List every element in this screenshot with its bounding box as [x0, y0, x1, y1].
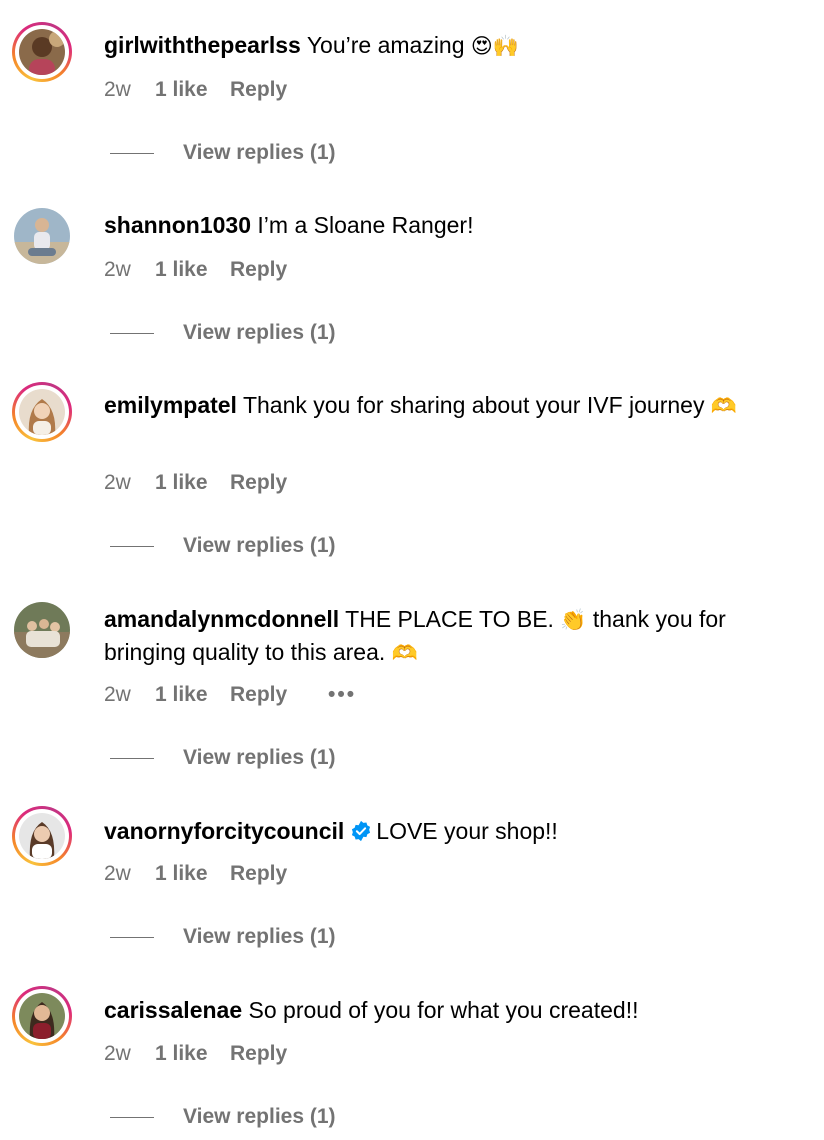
verified-badge-icon: [352, 820, 371, 842]
comment-body: vanornyforcitycouncil LOVE your shop!!: [104, 815, 794, 847]
comment-body: shannon1030 I’m a Sloane Ranger!: [104, 209, 794, 241]
comment-username[interactable]: vanornyforcitycouncil: [104, 818, 344, 844]
avatar: [19, 813, 65, 859]
view-replies-label: View replies (1): [183, 925, 336, 948]
view-replies-label: View replies (1): [183, 534, 336, 557]
reply-button[interactable]: Reply: [230, 680, 287, 710]
reply-button[interactable]: Reply: [230, 255, 287, 285]
comment-username[interactable]: emilympatel: [104, 392, 237, 418]
view-replies-label: View replies (1): [183, 1105, 336, 1128]
view-replies-label: View replies (1): [183, 321, 336, 344]
comment-text: LOVE your shop!!: [376, 818, 558, 844]
comment-likes[interactable]: 1 like: [155, 75, 208, 105]
comment-time: 2w: [104, 258, 131, 281]
comment-username[interactable]: carissalenae: [104, 997, 242, 1023]
comment-item: emilympatel Thank you for sharing about …: [0, 360, 824, 572]
avatar[interactable]: [14, 602, 70, 658]
comment-likes[interactable]: 1 like: [155, 680, 208, 710]
avatar-story-ring[interactable]: [12, 382, 72, 442]
view-replies-label: View replies (1): [183, 746, 336, 769]
view-replies-label: View replies (1): [183, 141, 336, 164]
replies-divider-line: [110, 546, 154, 547]
comment-time: 2w: [104, 862, 131, 885]
comment-time: 2w: [104, 683, 131, 706]
comment-item: carissalenae So proud of you for what yo…: [0, 964, 824, 1140]
comment-text: THE PLACE TO BE.: [345, 606, 554, 632]
comment-time: 2w: [104, 1042, 131, 1065]
comment-body: emilympatel Thank you for sharing about …: [104, 389, 804, 422]
more-options-icon[interactable]: •••: [328, 680, 356, 710]
avatar: [19, 29, 65, 75]
comment-item: vanornyforcitycouncil LOVE your shop!! 2w…: [0, 784, 824, 964]
comment-text: So proud of you for what you created!!: [248, 997, 639, 1023]
avatar: [19, 993, 65, 1039]
comment-username[interactable]: shannon1030: [104, 212, 251, 238]
comment-text: I’m a Sloane Ranger!: [257, 212, 474, 238]
reply-button[interactable]: Reply: [230, 1039, 287, 1069]
replies-divider-line: [110, 937, 154, 938]
comment-item: girlwiththepearlss You’re amazing 😍🙌 2w …: [0, 0, 824, 180]
reply-button[interactable]: Reply: [230, 468, 287, 498]
comment-item: amandalynmcdonnell THE PLACE TO BE. 👏 th…: [0, 572, 824, 784]
reply-button[interactable]: Reply: [230, 859, 287, 889]
emoji-clapping-hands: 👏: [560, 608, 587, 632]
reply-button[interactable]: Reply: [230, 75, 287, 105]
avatar-story-ring[interactable]: [12, 986, 72, 1046]
emoji-heart-hands: 🫶: [391, 641, 418, 665]
comment-time: 2w: [104, 78, 131, 101]
replies-divider-line: [110, 758, 154, 759]
comment-likes[interactable]: 1 like: [155, 468, 208, 498]
comment-username[interactable]: amandalynmcdonnell: [104, 606, 339, 632]
emoji-heart-hands: 🫶: [710, 394, 738, 418]
comment-likes[interactable]: 1 like: [155, 859, 208, 889]
comment-text: You’re amazing: [306, 32, 465, 58]
comment-likes[interactable]: 1 like: [155, 1039, 208, 1069]
comment-body: girlwiththepearlss You’re amazing 😍🙌: [104, 29, 794, 62]
comment-body: amandalynmcdonnell THE PLACE TO BE. 👏 th…: [104, 603, 804, 669]
replies-divider-line: [110, 1117, 154, 1118]
comment-username[interactable]: girlwiththepearlss: [104, 32, 301, 58]
comment-body: carissalenae So proud of you for what yo…: [104, 994, 794, 1026]
comment-text: bringing quality to this area.: [104, 639, 386, 665]
comment-likes[interactable]: 1 like: [155, 255, 208, 285]
emoji-heart-eyes-raised-hands: 😍🙌: [470, 34, 519, 58]
comment-item: shannon1030 I’m a Sloane Ranger! 2w 1 li…: [0, 180, 824, 360]
replies-divider-line: [110, 333, 154, 334]
comment-text: thank you for: [592, 606, 726, 632]
replies-divider-line: [110, 153, 154, 154]
avatar: [19, 389, 65, 435]
avatar[interactable]: [14, 208, 70, 264]
comment-time: 2w: [104, 471, 131, 494]
comment-text: Thank you for sharing about your IVF jou…: [242, 392, 705, 418]
avatar-story-ring[interactable]: [12, 22, 72, 82]
avatar-story-ring[interactable]: [12, 806, 72, 866]
